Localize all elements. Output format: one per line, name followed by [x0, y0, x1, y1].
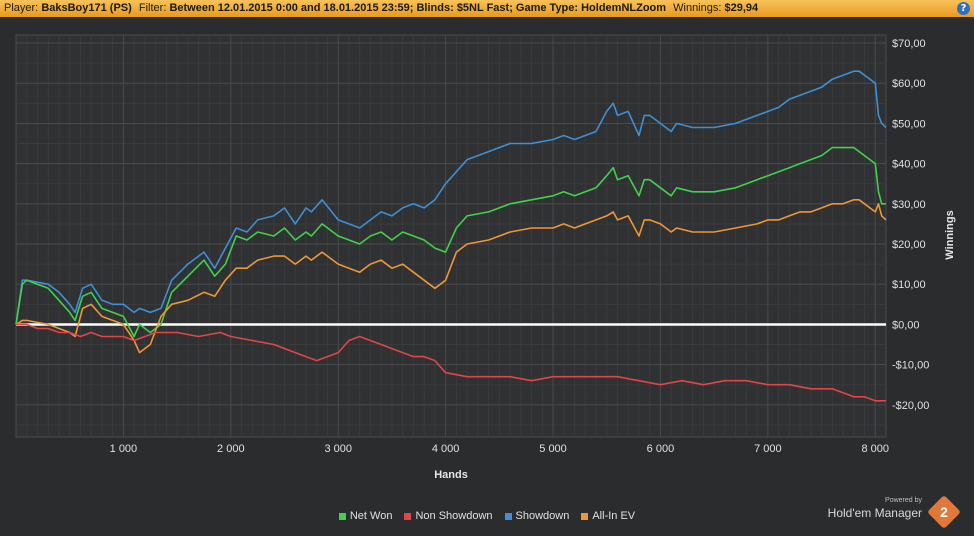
legend-item-all-in-ev[interactable]: All-In EV	[581, 510, 635, 522]
y-tick-label: $30,00	[892, 199, 926, 211]
legend-item-showdown[interactable]: Showdown	[504, 510, 570, 522]
player-label: Player:	[4, 2, 39, 14]
y-tick-label: $70,00	[892, 38, 926, 50]
legend-swatch	[581, 512, 589, 520]
plot-area	[15, 34, 887, 438]
help-icon[interactable]: ?	[957, 2, 970, 15]
y-tick-label: $0,00	[892, 319, 920, 331]
y-tick-label: $10,00	[892, 279, 926, 291]
x-tick-label: 3 000	[324, 443, 352, 455]
legend-label: Net Won	[349, 510, 393, 522]
winnings-label: Winnings:	[673, 2, 722, 14]
y-tick-label: -$10,00	[892, 360, 929, 372]
y-tick-label: $60,00	[892, 78, 926, 90]
filter-value: Between 12.01.2015 0:00 and 18.01.2015 2…	[169, 2, 667, 14]
legend-swatch	[404, 512, 412, 520]
title-bar: Player: BaksBoy171 (PS) Filter: Between …	[0, 0, 974, 17]
legend-label: All-In EV	[592, 510, 636, 522]
y-tick-label: $50,00	[892, 118, 926, 130]
winnings-value: $29,94	[724, 2, 759, 14]
x-tick-label: 4 000	[432, 443, 460, 455]
y-tick-label: $20,00	[892, 239, 926, 251]
player-value: BaksBoy171 (PS)	[41, 2, 132, 14]
legend-swatch	[504, 512, 512, 520]
x-tick-labels: 1 000 2 000 3 000 4 000 5 000 6 000 7 000 8 000	[110, 443, 889, 455]
x-tick-label: 6 000	[647, 443, 675, 455]
legend-item-net-won[interactable]: Net Won	[338, 510, 393, 522]
y-tick-label: -$20,00	[892, 400, 929, 412]
hm2-logo-icon: 2	[927, 495, 961, 529]
legend-label: Showdown	[515, 510, 570, 522]
x-tick-label: 8 000	[861, 443, 889, 455]
y-axis-label: Winnings	[944, 210, 956, 259]
brand-name: Hold'em Manager	[827, 506, 922, 520]
x-tick-label: 5 000	[539, 443, 567, 455]
x-tick-label: 1 000	[110, 443, 138, 455]
x-axis-label: Hands	[434, 469, 468, 481]
legend-label: Non Showdown	[415, 510, 493, 522]
y-tick-labels: -$20,00 -$10,00 $0,00 $10,00 $20,00 $30,00 $40…	[892, 38, 929, 412]
legend-item-non-showdown[interactable]: Non Showdown	[404, 510, 493, 522]
winnings-chart: 1 000 2 000 3 000 4 000 5 000 6 000 7 000 8 000…	[15, 34, 956, 481]
legend-swatch	[338, 512, 346, 520]
powered-by-text: Powered by	[885, 497, 922, 504]
filter-label: Filter:	[138, 2, 167, 14]
brand-watermark: Powered by Hold'em Manager 2	[824, 495, 964, 529]
x-tick-label: 2 000	[217, 443, 245, 455]
x-tick-label: 7 000	[754, 443, 782, 455]
y-tick-label: $40,00	[892, 159, 926, 171]
